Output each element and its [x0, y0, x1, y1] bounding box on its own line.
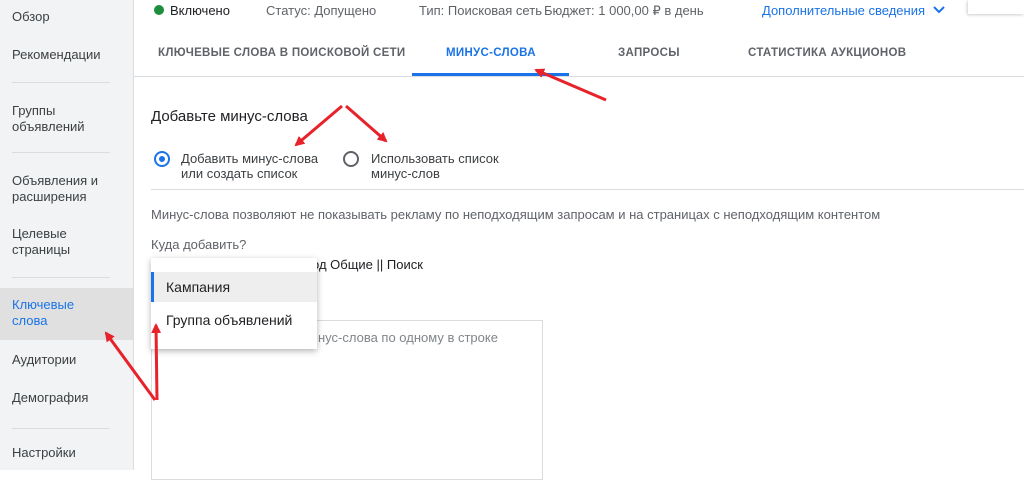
sidebar-item-overview[interactable]: Обзор: [0, 9, 133, 25]
arrow-to-radio-list: [345, 104, 388, 143]
dropdown-option-campaign[interactable]: Кампания: [151, 272, 317, 302]
sidebar-item-demographics[interactable]: Демография: [0, 390, 133, 406]
status-enabled[interactable]: Включено: [170, 3, 230, 18]
where-label: Куда добавить?: [151, 237, 247, 252]
sidebar-divider: [12, 152, 110, 153]
campaign-status-bar: Включено Статус: Допущено Тип: Поисковая…: [134, 0, 1024, 22]
more-details-link[interactable]: Дополнительные сведения: [762, 3, 925, 18]
radio-add-label[interactable]: Добавить минус-слова или создать список: [181, 151, 318, 181]
sidebar-divider: [12, 277, 110, 278]
tab-auction-insights[interactable]: СТАТИСТИКА АУКЦИОНОВ: [748, 47, 906, 59]
sidebar-item-settings[interactable]: Настройки: [0, 445, 133, 461]
side-panel-edge: [968, 0, 1024, 14]
status-enabled-icon: [154, 5, 164, 15]
tab-bar: КЛЮЧЕВЫЕ СЛОВА В ПОИСКОВОЙ СЕТИ МИНУС-СЛ…: [134, 34, 1024, 77]
chevron-down-icon[interactable]: [933, 5, 945, 15]
sidebar-item-landing-pages[interactable]: Целевые страницы: [0, 226, 100, 258]
radio-use-list-label[interactable]: Использовать список минус-слов: [371, 151, 499, 181]
budget-text: Бюджет: 1 000,00 ₽ в день: [544, 3, 704, 18]
radio-add-negative-keywords[interactable]: [154, 151, 170, 167]
active-tab-indicator: [412, 73, 569, 76]
textarea-placeholder: нус-слова по одному в строке: [318, 330, 498, 345]
sidebar-item-ads-extensions[interactable]: Объявления и расширения: [0, 173, 110, 205]
radio-use-list[interactable]: [343, 151, 359, 167]
dropdown-option-ad-group[interactable]: Группа объявлений: [151, 305, 317, 335]
sidebar-item-ad-groups[interactable]: Группы объявлений: [0, 103, 110, 135]
sidebar-divider: [12, 428, 110, 429]
divider: [151, 189, 1024, 190]
status-text: Статус: Допущено: [266, 3, 377, 18]
target-dropdown-menu: Кампания Группа объявлений: [151, 258, 317, 349]
sidebar-item-recommendations[interactable]: Рекомендации: [0, 47, 133, 63]
sidebar: Обзор Рекомендации Группы объявлений Объ…: [0, 0, 134, 470]
type-text: Тип: Поисковая сеть: [419, 3, 542, 18]
section-heading: Добавьте минус-слова: [151, 108, 308, 125]
sidebar-item-audiences[interactable]: Аудитории: [0, 352, 133, 368]
tab-search-terms[interactable]: ЗАПРОСЫ: [618, 47, 680, 59]
tab-negative-keywords[interactable]: МИНУС-СЛОВА: [446, 47, 536, 59]
description-text: Минус-слова позволяют не показывать рекл…: [151, 207, 881, 222]
target-campaign-name[interactable]: од Общие || Поиск: [312, 257, 423, 272]
sidebar-item-keywords[interactable]: Ключевые слова: [0, 288, 133, 340]
sidebar-divider: [12, 82, 110, 83]
tab-search-keywords[interactable]: КЛЮЧЕВЫЕ СЛОВА В ПОИСКОВОЙ СЕТИ: [158, 47, 405, 59]
